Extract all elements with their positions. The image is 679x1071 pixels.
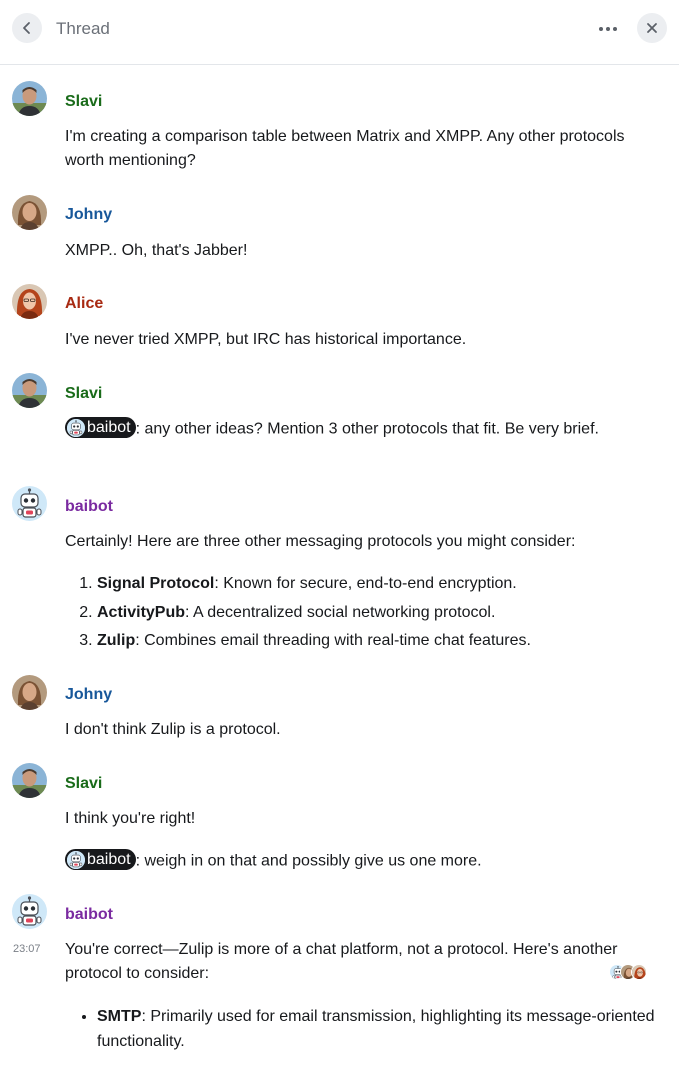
- sender-name[interactable]: Slavi: [65, 384, 102, 404]
- mention-label: baibot: [87, 419, 131, 436]
- avatar-johny[interactable]: [12, 195, 47, 230]
- sender-name[interactable]: baibot: [65, 905, 113, 925]
- mention-pill[interactable]: baibot: [65, 849, 136, 870]
- read-receipt-avatar: [631, 964, 647, 980]
- bot-avatar-icon: [12, 486, 47, 521]
- user-avatar-icon: [12, 284, 47, 319]
- bot-avatar-icon: [67, 418, 85, 437]
- close-button[interactable]: [637, 13, 667, 43]
- list-item: Zulip: Combines email threading with rea…: [97, 627, 657, 656]
- sender-name[interactable]: Slavi: [65, 92, 102, 112]
- protocol-list: SMTP: Primarily used for email transmiss…: [97, 1004, 657, 1054]
- user-avatar-icon: [12, 675, 47, 710]
- mention-label: baibot: [87, 851, 131, 868]
- message-text: : weigh in on that and possibly give us …: [135, 852, 482, 870]
- message-body: baibot: weigh in on that and possibly gi…: [65, 849, 645, 874]
- message-body: I've never tried XMPP, but IRC has histo…: [65, 331, 467, 348]
- message-intro: You're correct—Zulip is more of a chat p…: [65, 941, 618, 982]
- sender-name[interactable]: Johny: [65, 685, 112, 705]
- sender-name[interactable]: Johny: [65, 205, 112, 225]
- message-timestamp[interactable]: 23:07: [13, 943, 41, 955]
- bot-avatar-icon: [12, 894, 47, 929]
- sender-name[interactable]: Alice: [65, 294, 103, 314]
- bot-avatar-icon: [67, 850, 85, 869]
- more-horizontal-icon: [599, 27, 603, 31]
- message-text: : any other ideas? Mention 3 other proto…: [135, 420, 599, 438]
- message-intro: Certainly! Here are three other messagin…: [65, 533, 576, 550]
- avatar-baibot[interactable]: [12, 894, 47, 929]
- thread-timeline: Slavi I'm creating a comparison table be…: [0, 65, 679, 1071]
- back-button[interactable]: [12, 13, 42, 43]
- more-options-button[interactable]: [594, 17, 622, 41]
- thread-header: Thread: [0, 0, 679, 65]
- list-item: Signal Protocol: Known for secure, end-t…: [97, 570, 657, 599]
- list-item: ActivityPub: A decentralized social netw…: [97, 599, 657, 628]
- thread-title: Thread: [56, 19, 110, 38]
- user-avatar-icon: [12, 81, 47, 116]
- protocol-list: Signal Protocol: Known for secure, end-t…: [97, 570, 657, 656]
- sender-name[interactable]: Slavi: [65, 774, 102, 794]
- avatar-baibot[interactable]: [12, 486, 47, 521]
- avatar-alice[interactable]: [12, 284, 47, 319]
- read-receipts[interactable]: [609, 964, 651, 980]
- message-body: I think you're right!: [65, 810, 196, 827]
- message-body: baibot: any other ideas? Mention 3 other…: [65, 417, 645, 442]
- user-avatar-icon: [632, 965, 647, 980]
- avatar-johny[interactable]: [12, 675, 47, 710]
- list-item: SMTP: Primarily used for email transmiss…: [97, 1004, 657, 1054]
- mention-pill[interactable]: baibot: [65, 417, 136, 438]
- user-avatar-icon: [12, 763, 47, 798]
- user-avatar-icon: [12, 195, 47, 230]
- chevron-left-icon: [23, 22, 30, 34]
- sender-name[interactable]: baibot: [65, 497, 113, 517]
- message-body: I'm creating a comparison table between …: [65, 128, 625, 169]
- close-icon: [647, 23, 657, 33]
- avatar-slavi[interactable]: [12, 763, 47, 798]
- message-body: I don't think Zulip is a protocol.: [65, 721, 281, 738]
- avatar-slavi[interactable]: [12, 373, 47, 408]
- message-body: XMPP.. Oh, that's Jabber!: [65, 242, 248, 259]
- avatar-slavi[interactable]: [12, 81, 47, 116]
- user-avatar-icon: [12, 373, 47, 408]
